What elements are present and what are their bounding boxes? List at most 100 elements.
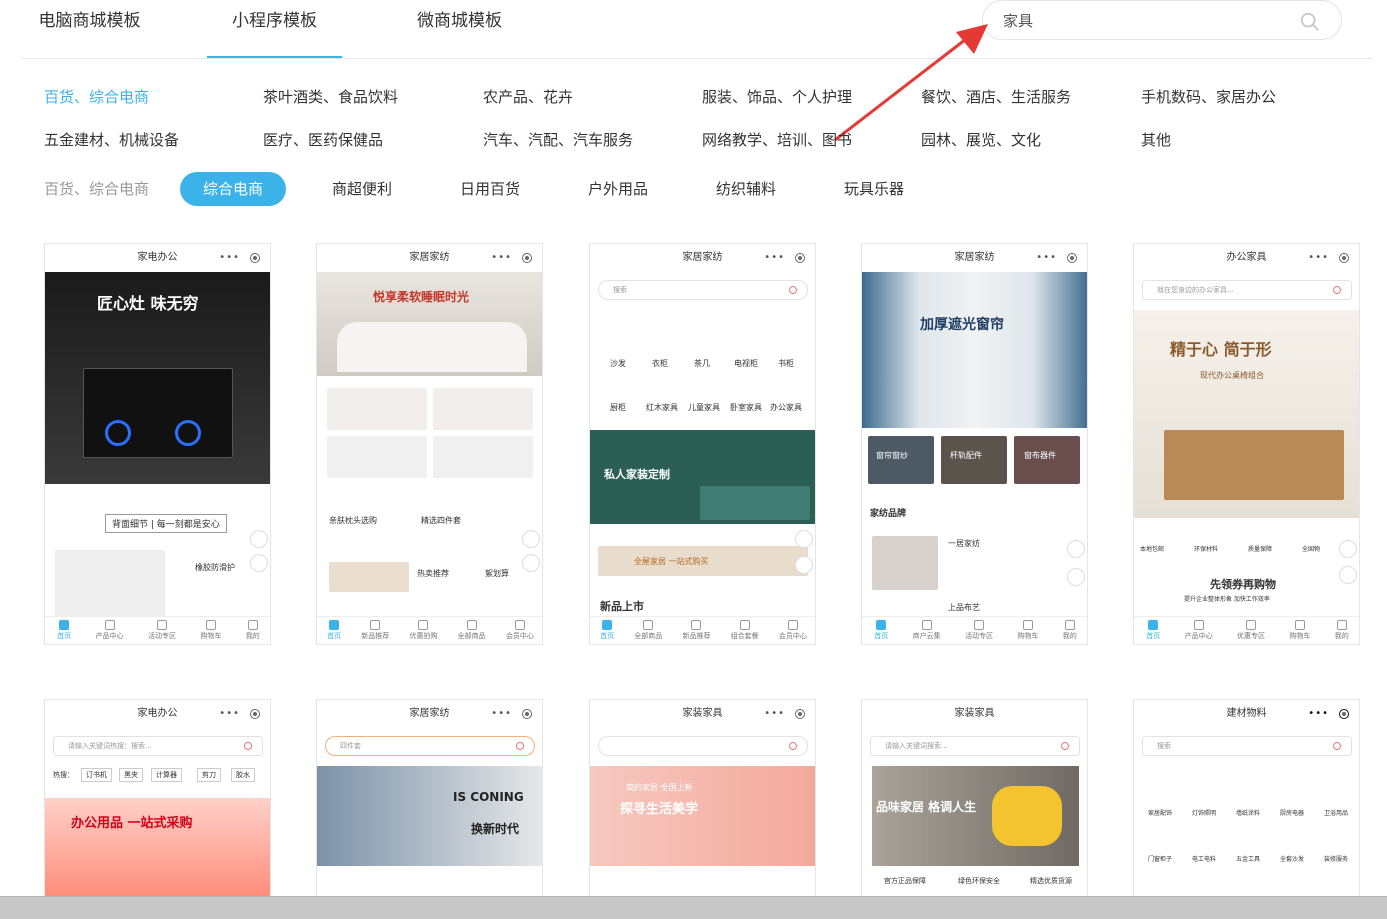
template-card[interactable]: 家居家纺 ••• 搜索 沙发 衣柜 茶几 电视柜 书柜 厨柜 红木家具 儿童家具 …	[589, 243, 816, 645]
category-item[interactable]: 百货、综合电商	[44, 86, 149, 107]
search-bar[interactable]: 就在您身边的办公家具...	[1142, 280, 1352, 300]
subcategory-item[interactable]: 纺织辅料	[716, 172, 776, 206]
template-card[interactable]: 家居家纺 ••• 四件套 IS CONING 换新时代	[316, 699, 543, 919]
template-card[interactable]: 家装家具 ••• 简约家居·全国上新 探寻生活美学	[589, 699, 816, 919]
search-bar[interactable]: 四件套	[325, 736, 535, 756]
tab-pc-mall[interactable]: 电脑商城模板	[22, 0, 157, 58]
subcategory-item[interactable]: 玩具乐器	[844, 172, 904, 206]
bar-tab[interactable]: 活动专区	[148, 620, 176, 641]
chat-icon[interactable]	[250, 554, 268, 572]
me-tab[interactable]: 会员中心	[779, 620, 807, 641]
category-icon-label[interactable]: 书柜	[778, 358, 794, 369]
bar-tab[interactable]: 优惠拍购	[409, 620, 437, 641]
tab-wechat-mall[interactable]: 微商城模板	[392, 0, 527, 58]
search-bar[interactable]: 搜索	[1142, 736, 1352, 756]
category-icon-label[interactable]: 厨房电器	[1280, 808, 1304, 817]
bar-tab[interactable]: 全部商品	[634, 620, 662, 641]
category-icon-label[interactable]: 门窗柜子	[1148, 854, 1172, 863]
subcategory-item[interactable]: 日用百货	[460, 172, 520, 206]
hot-tag[interactable]: 黑夹	[119, 768, 143, 782]
search-icon[interactable]	[1299, 11, 1321, 33]
category-icon-label[interactable]: 墙纸涂料	[1236, 808, 1260, 817]
category-icon-label[interactable]: 电工电料	[1192, 854, 1216, 863]
chat-icon[interactable]	[795, 556, 813, 574]
template-card[interactable]: 家居家纺 ••• 悦享柔软睡眠时光 亲肤枕头选购 精选四件套 热卖推荐 絮划算 首…	[316, 243, 543, 645]
chat-icon[interactable]	[1067, 568, 1085, 586]
category-icon-label[interactable]: 灯饰照明	[1192, 808, 1216, 817]
category-item[interactable]: 医疗、医药保健品	[263, 129, 383, 150]
category-icon-label[interactable]: 衣柜	[652, 358, 668, 369]
chat-icon[interactable]	[522, 554, 540, 572]
cart-tab[interactable]: 购物车	[1289, 620, 1310, 641]
search-input[interactable]	[1003, 7, 1283, 33]
tab-mini-program[interactable]: 小程序模板	[207, 0, 342, 58]
category-item[interactable]: 园林、展览、文化	[921, 129, 1041, 150]
bar-tab[interactable]: 新品推荐	[682, 620, 710, 641]
category-icon-label[interactable]: 卧室家具	[730, 402, 762, 413]
search-bar[interactable]: 请输入关键词热搜：搜索...	[53, 736, 263, 756]
bar-tab[interactable]: 活动专区	[965, 620, 993, 641]
template-card[interactable]: 建材物料 ••• 搜索 家居配饰 灯饰照明 墙纸涂料 厨房电器 卫浴用品 门窗柜子…	[1133, 699, 1360, 919]
me-tab[interactable]: 我的	[246, 620, 260, 641]
home-tab[interactable]: 首页	[57, 620, 71, 641]
bar-tab[interactable]: 全部商品	[458, 620, 486, 641]
category-icon-label[interactable]: 沙发	[610, 358, 626, 369]
horizontal-scrollbar[interactable]	[0, 896, 1387, 919]
category-icon-label[interactable]: 装修服务	[1324, 854, 1348, 863]
template-card[interactable]: 家居家纺 ••• 加厚遮光窗帘 窗帘窗纱 杆轨配件 窗布器件 家纺品牌 一居家纺 …	[861, 243, 1088, 645]
cart-tab[interactable]: 购物车	[200, 620, 221, 641]
bar-tab[interactable]: 商户云集	[913, 620, 941, 641]
template-card[interactable]: 家电办公 ••• 匠心灶 味无穷 背面细节 | 每一刻都是安心 橡胶防滑护 首页 …	[44, 243, 271, 645]
category-item[interactable]: 茶叶酒类、食品饮料	[263, 86, 398, 107]
phone-icon[interactable]	[250, 530, 268, 548]
search-bar[interactable]: 搜索	[598, 280, 808, 300]
category-item[interactable]: 农产品、花卉	[483, 86, 573, 107]
category-icon-label[interactable]: 全套沙发	[1280, 854, 1304, 863]
subcategory-item-active[interactable]: 综合电商	[180, 172, 286, 206]
bar-tab[interactable]: 新品推荐	[361, 620, 389, 641]
category-icon-label[interactable]: 五金工具	[1236, 854, 1260, 863]
category-item[interactable]: 服装、饰品、个人护理	[702, 86, 852, 107]
category-icon-label[interactable]: 厨柜	[610, 402, 626, 413]
subcategory-item[interactable]: 户外用品	[588, 172, 648, 206]
category-item[interactable]: 其他	[1141, 129, 1171, 150]
me-tab[interactable]: 我的	[1335, 620, 1349, 641]
bar-tab[interactable]: 产品中心	[1185, 620, 1213, 641]
home-tab[interactable]: 首页	[1146, 620, 1160, 641]
cart-tab[interactable]: 购物车	[1017, 620, 1038, 641]
home-tab[interactable]: 首页	[327, 620, 341, 641]
subcategory-parent[interactable]: 百货、综合电商	[44, 172, 149, 206]
category-icon-label[interactable]: 儿童家具	[688, 402, 720, 413]
bar-tab[interactable]: 产品中心	[96, 620, 124, 641]
search-bar[interactable]	[598, 736, 808, 756]
category-item[interactable]: 五金建材、机械设备	[44, 129, 179, 150]
phone-icon[interactable]	[795, 530, 813, 548]
category-item[interactable]: 网络教学、培训、图书	[702, 129, 852, 150]
chat-icon[interactable]	[1339, 566, 1357, 584]
hot-tag[interactable]: 计算器	[151, 768, 182, 782]
template-card[interactable]: 家电办公 ••• 请输入关键词热搜：搜索... 热搜： 订书机 黑夹 计算器 剪刀…	[44, 699, 271, 919]
hot-tag[interactable]: 订书机	[81, 768, 112, 782]
bar-tab[interactable]: 优惠专区	[1237, 620, 1265, 641]
phone-icon[interactable]	[1339, 540, 1357, 558]
category-item[interactable]: 汽车、汽配、汽车服务	[483, 129, 633, 150]
category-item[interactable]: 餐饮、酒店、生活服务	[921, 86, 1071, 107]
phone-icon[interactable]	[522, 530, 540, 548]
subcategory-item[interactable]: 商超便利	[332, 172, 392, 206]
category-icon-label[interactable]: 红木家具	[646, 402, 678, 413]
bar-tab[interactable]: 组合套餐	[731, 620, 759, 641]
category-icon-label[interactable]: 卫浴用品	[1324, 808, 1348, 817]
template-card[interactable]: 家装家具 请输入关键词搜索... 品味家居 格调人生 官方正品保障 绿色环保安全…	[861, 699, 1088, 919]
hot-tag[interactable]: 剪刀	[197, 768, 221, 782]
category-item[interactable]: 手机数码、家居办公	[1141, 86, 1276, 107]
category-icon-label[interactable]: 茶几	[694, 358, 710, 369]
home-tab[interactable]: 首页	[874, 620, 888, 641]
hot-tag[interactable]: 胶水	[231, 768, 255, 782]
search-bar[interactable]: 请输入关键词搜索...	[870, 736, 1080, 756]
me-tab[interactable]: 我的	[1063, 620, 1077, 641]
phone-icon[interactable]	[1067, 540, 1085, 558]
category-icon-label[interactable]: 电视柜	[734, 358, 758, 369]
template-card[interactable]: 办公家具 ••• 就在您身边的办公家具... 精于心 简于形 现代办公桌椅组合 本…	[1133, 243, 1360, 645]
me-tab[interactable]: 会员中心	[506, 620, 534, 641]
home-tab[interactable]: 首页	[600, 620, 614, 641]
